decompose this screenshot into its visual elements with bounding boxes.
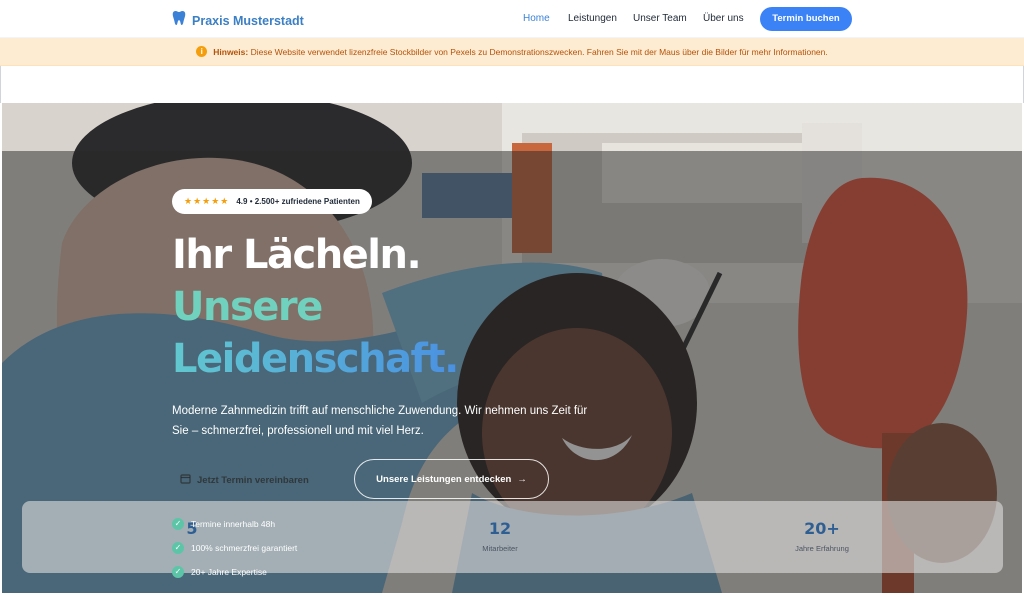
stat-label: Jahre Erfahrung — [795, 544, 849, 553]
list-item: ✓ Termine innerhalb 48h — [172, 518, 275, 530]
notice-content: Hinweis: Diese Website verwendet lizenzf… — [213, 47, 828, 57]
nav-leistungen[interactable]: Leistungen — [568, 13, 617, 24]
spacer-band — [0, 66, 1024, 103]
tooth-icon — [172, 10, 186, 31]
nav-unser-team[interactable]: Unser Team — [633, 13, 687, 24]
stat-value: 12 — [488, 519, 512, 538]
stat-label: Mitarbeiter — [482, 544, 518, 553]
leistungen-entdecken-label: Unsere Leistungen entdecken — [376, 473, 512, 485]
notice-bar: i Hinweis: Diese Website verwendet lizen… — [0, 38, 1024, 66]
nav-home[interactable]: Home — [523, 13, 550, 24]
termin-vereinbaren-button[interactable]: Jetzt Termin vereinbaren — [180, 470, 309, 490]
info-icon: i — [196, 46, 208, 57]
termin-vereinbaren-label: Jetzt Termin vereinbaren — [197, 474, 309, 486]
hero-subtitle: Moderne Zahnmedizin trifft auf menschlic… — [172, 405, 588, 437]
calendar-icon — [180, 473, 191, 487]
check-circle-icon: ✓ — [172, 566, 184, 578]
rating-badge: ★★★★★ 4.9 • 2.500+ zufriedene Patienten — [172, 189, 372, 214]
notice-text: Diese Website verwendet lizenzfreie Stoc… — [250, 46, 828, 57]
stats-card: 5 12 Mitarbeiter 20+ Jahre Erfahrung — [22, 501, 1003, 573]
benefit-text: Termine innerhalb 48h — [191, 519, 276, 529]
stat-item: 12 Mitarbeiter — [460, 519, 540, 553]
benefit-text: 100% schmerzfrei garantiert — [191, 543, 298, 553]
list-item: ✓ 100% schmerzfrei garantiert — [172, 542, 297, 554]
star-rating-icon: ★★★★★ — [184, 196, 230, 206]
notice-label: Hinweis: — [213, 46, 249, 57]
stat-value: 20+ — [804, 519, 840, 538]
logo[interactable]: Praxis Musterstadt — [172, 10, 304, 31]
termin-buchen-button[interactable]: Termin buchen — [760, 7, 852, 31]
stat-item: 20+ Jahre Erfahrung — [772, 519, 872, 553]
leistungen-entdecken-button[interactable]: Unsere Leistungen entdecken → — [354, 459, 549, 499]
nav-ueber-uns[interactable]: Über uns — [703, 13, 744, 24]
logo-text: Praxis Musterstadt — [192, 13, 304, 28]
headline-line-1: Ihr Lächeln. — [172, 232, 422, 278]
arrow-right-icon: → — [517, 473, 527, 485]
headline-line-2: Unsere — [172, 284, 323, 330]
list-item: ✓ 20+ Jahre Expertise — [172, 566, 267, 578]
headline-line-3: Leidenschaft. — [172, 336, 459, 382]
check-circle-icon: ✓ — [172, 518, 184, 530]
rating-text: 4.9 • 2.500+ zufriedene Patienten — [236, 197, 360, 206]
check-circle-icon: ✓ — [172, 542, 184, 554]
site-header: Praxis Musterstadt Home Leistungen Unser… — [0, 0, 1024, 38]
benefit-text: 20+ Jahre Expertise — [191, 567, 267, 577]
